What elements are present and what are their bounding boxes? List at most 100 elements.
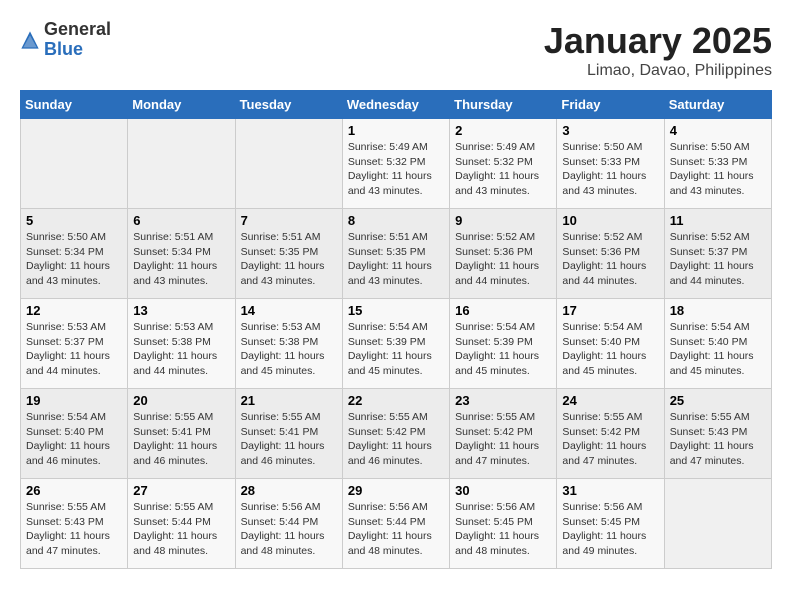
day-info: Sunrise: 5:51 AM Sunset: 5:34 PM Dayligh… [133, 230, 229, 289]
day-info: Sunrise: 5:56 AM Sunset: 5:44 PM Dayligh… [348, 500, 444, 559]
calendar-cell: 15Sunrise: 5:54 AM Sunset: 5:39 PM Dayli… [342, 299, 449, 389]
logo-icon [20, 30, 40, 50]
calendar-cell: 7 Sunrise: 5:51 AM Sunset: 5:35 PM Daylig… [235, 209, 342, 299]
weekday-header-row: SundayMondayTuesdayWednesdayThursdayFrid… [21, 91, 772, 119]
calendar-cell: 14 Sunrise: 5:53 AM Sunset: 5:38 PM Dayli… [235, 299, 342, 389]
day-number: 20 [133, 393, 229, 408]
calendar-week-row: 1Sunrise: 5:49 AM Sunset: 5:32 PM Daylig… [21, 119, 772, 209]
day-number: 6 [133, 213, 229, 228]
day-number: 30 [455, 483, 551, 498]
day-info: Sunrise: 5:51 AM Sunset: 5:35 PM Dayligh… [241, 230, 337, 289]
day-info: Sunrise: 5:52 AM Sunset: 5:36 PM Dayligh… [455, 230, 551, 289]
day-info: Sunrise: 5:56 AM Sunset: 5:45 PM Dayligh… [455, 500, 551, 559]
day-info: Sunrise: 5:55 AM Sunset: 5:42 PM Dayligh… [348, 410, 444, 469]
day-info: Sunrise: 5:54 AM Sunset: 5:40 PM Dayligh… [562, 320, 658, 379]
weekday-header-monday: Monday [128, 91, 235, 119]
calendar-cell: 11 Sunrise: 5:52 AM Sunset: 5:37 PM Dayli… [664, 209, 771, 299]
day-number: 2 [455, 123, 551, 138]
day-number: 7 [241, 213, 337, 228]
calendar-cell: 30 Sunrise: 5:56 AM Sunset: 5:45 PM Dayli… [450, 479, 557, 569]
calendar-cell: 25 Sunrise: 5:55 AM Sunset: 5:43 PM Dayli… [664, 389, 771, 479]
calendar-cell: 28 Sunrise: 5:56 AM Sunset: 5:44 PM Dayli… [235, 479, 342, 569]
day-number: 22 [348, 393, 444, 408]
logo-blue-text: Blue [44, 39, 83, 59]
calendar-week-row: 12Sunrise: 5:53 AM Sunset: 5:37 PM Dayli… [21, 299, 772, 389]
day-number: 18 [670, 303, 766, 318]
day-number: 19 [26, 393, 122, 408]
day-info: Sunrise: 5:51 AM Sunset: 5:35 PM Dayligh… [348, 230, 444, 289]
calendar-cell: 27 Sunrise: 5:55 AM Sunset: 5:44 PM Dayli… [128, 479, 235, 569]
day-info: Sunrise: 5:52 AM Sunset: 5:37 PM Dayligh… [670, 230, 766, 289]
calendar-cell: 4 Sunrise: 5:50 AM Sunset: 5:33 PM Daylig… [664, 119, 771, 209]
calendar-cell: 26 Sunrise: 5:55 AM Sunset: 5:43 PM Dayli… [21, 479, 128, 569]
day-info: Sunrise: 5:55 AM Sunset: 5:41 PM Dayligh… [241, 410, 337, 469]
weekday-header-tuesday: Tuesday [235, 91, 342, 119]
day-number: 3 [562, 123, 658, 138]
day-number: 17 [562, 303, 658, 318]
day-info: Sunrise: 5:53 AM Sunset: 5:38 PM Dayligh… [133, 320, 229, 379]
day-number: 27 [133, 483, 229, 498]
calendar-cell: 29 Sunrise: 5:56 AM Sunset: 5:44 PM Dayli… [342, 479, 449, 569]
day-number: 25 [670, 393, 766, 408]
weekday-header-sunday: Sunday [21, 91, 128, 119]
calendar-week-row: 5 Sunrise: 5:50 AM Sunset: 5:34 PM Daylig… [21, 209, 772, 299]
calendar-cell: 3 Sunrise: 5:50 AM Sunset: 5:33 PM Daylig… [557, 119, 664, 209]
day-number: 23 [455, 393, 551, 408]
day-info: Sunrise: 5:55 AM Sunset: 5:41 PM Dayligh… [133, 410, 229, 469]
calendar-cell: 10 Sunrise: 5:52 AM Sunset: 5:36 PM Dayli… [557, 209, 664, 299]
calendar-cell [128, 119, 235, 209]
calendar-cell: 13 Sunrise: 5:53 AM Sunset: 5:38 PM Dayli… [128, 299, 235, 389]
day-number: 26 [26, 483, 122, 498]
calendar-cell: 9 Sunrise: 5:52 AM Sunset: 5:36 PM Daylig… [450, 209, 557, 299]
calendar-cell [235, 119, 342, 209]
day-info: Sunrise: 5:56 AM Sunset: 5:44 PM Dayligh… [241, 500, 337, 559]
day-number: 11 [670, 213, 766, 228]
day-number: 28 [241, 483, 337, 498]
day-number: 31 [562, 483, 658, 498]
logo-general-text: General [44, 19, 111, 39]
day-number: 4 [670, 123, 766, 138]
page-header: General Blue January 2025 Limao, Davao, … [20, 20, 772, 80]
calendar-cell: 24Sunrise: 5:55 AM Sunset: 5:42 PM Dayli… [557, 389, 664, 479]
calendar-table: SundayMondayTuesdayWednesdayThursdayFrid… [20, 90, 772, 569]
day-number: 13 [133, 303, 229, 318]
calendar-cell: 19Sunrise: 5:54 AM Sunset: 5:40 PM Dayli… [21, 389, 128, 479]
day-number: 1 [348, 123, 444, 138]
weekday-header-wednesday: Wednesday [342, 91, 449, 119]
day-info: Sunrise: 5:55 AM Sunset: 5:43 PM Dayligh… [26, 500, 122, 559]
calendar-cell: 8 Sunrise: 5:51 AM Sunset: 5:35 PM Daylig… [342, 209, 449, 299]
calendar-cell [21, 119, 128, 209]
day-number: 12 [26, 303, 122, 318]
calendar-cell: 6 Sunrise: 5:51 AM Sunset: 5:34 PM Daylig… [128, 209, 235, 299]
day-number: 10 [562, 213, 658, 228]
day-info: Sunrise: 5:54 AM Sunset: 5:40 PM Dayligh… [670, 320, 766, 379]
day-info: Sunrise: 5:50 AM Sunset: 5:33 PM Dayligh… [670, 140, 766, 199]
day-info: Sunrise: 5:55 AM Sunset: 5:43 PM Dayligh… [670, 410, 766, 469]
calendar-cell: 20 Sunrise: 5:55 AM Sunset: 5:41 PM Dayli… [128, 389, 235, 479]
day-number: 9 [455, 213, 551, 228]
day-number: 16 [455, 303, 551, 318]
weekday-header-saturday: Saturday [664, 91, 771, 119]
day-number: 8 [348, 213, 444, 228]
day-info: Sunrise: 5:50 AM Sunset: 5:33 PM Dayligh… [562, 140, 658, 199]
calendar-cell: 16 Sunrise: 5:54 AM Sunset: 5:39 PM Dayli… [450, 299, 557, 389]
day-number: 24 [562, 393, 658, 408]
day-info: Sunrise: 5:54 AM Sunset: 5:39 PM Dayligh… [455, 320, 551, 379]
calendar-cell: 2Sunrise: 5:49 AM Sunset: 5:32 PM Daylig… [450, 119, 557, 209]
day-number: 5 [26, 213, 122, 228]
day-number: 29 [348, 483, 444, 498]
day-info: Sunrise: 5:50 AM Sunset: 5:34 PM Dayligh… [26, 230, 122, 289]
day-info: Sunrise: 5:53 AM Sunset: 5:38 PM Dayligh… [241, 320, 337, 379]
calendar-cell: 23Sunrise: 5:55 AM Sunset: 5:42 PM Dayli… [450, 389, 557, 479]
month-title: January 2025 [544, 20, 772, 62]
day-info: Sunrise: 5:56 AM Sunset: 5:45 PM Dayligh… [562, 500, 658, 559]
day-number: 14 [241, 303, 337, 318]
day-info: Sunrise: 5:52 AM Sunset: 5:36 PM Dayligh… [562, 230, 658, 289]
title-block: January 2025 Limao, Davao, Philippines [544, 20, 772, 80]
calendar-cell: 31 Sunrise: 5:56 AM Sunset: 5:45 PM Dayli… [557, 479, 664, 569]
calendar-cell: 12Sunrise: 5:53 AM Sunset: 5:37 PM Dayli… [21, 299, 128, 389]
calendar-cell: 5 Sunrise: 5:50 AM Sunset: 5:34 PM Daylig… [21, 209, 128, 299]
day-info: Sunrise: 5:55 AM Sunset: 5:44 PM Dayligh… [133, 500, 229, 559]
calendar-cell: 17 Sunrise: 5:54 AM Sunset: 5:40 PM Dayli… [557, 299, 664, 389]
calendar-cell: 21Sunrise: 5:55 AM Sunset: 5:41 PM Dayli… [235, 389, 342, 479]
